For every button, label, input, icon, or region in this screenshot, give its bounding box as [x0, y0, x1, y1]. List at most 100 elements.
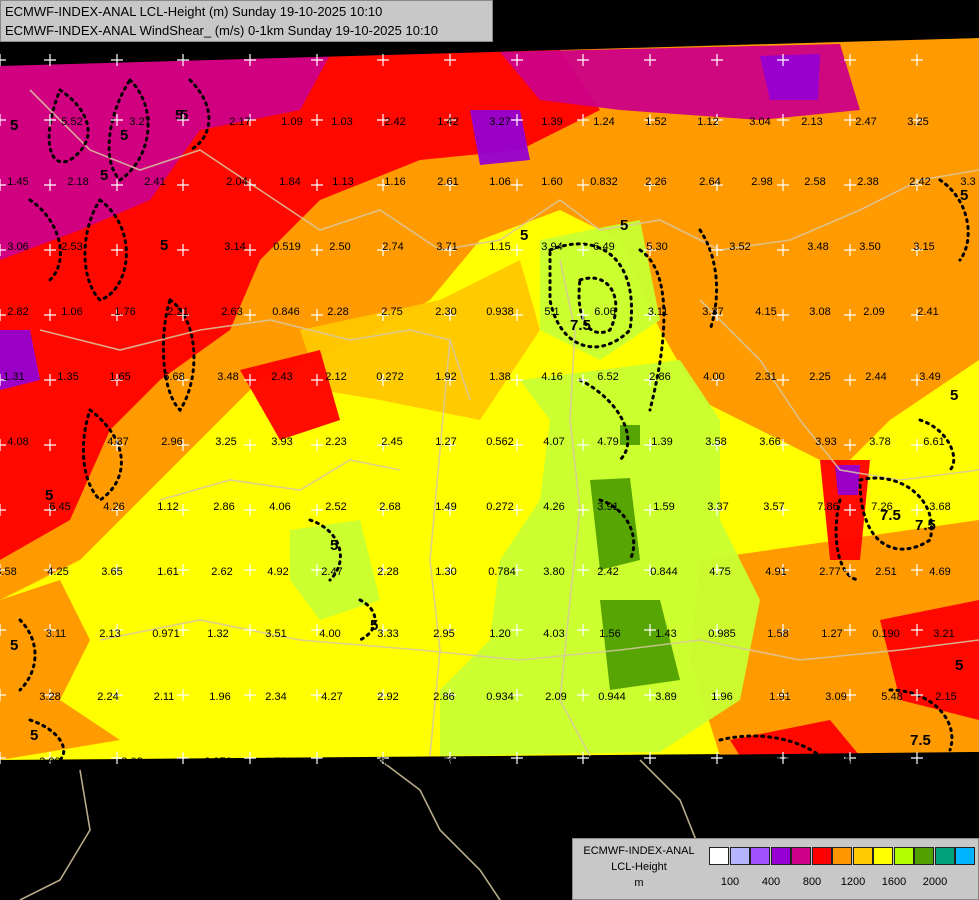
- windshear-value: 3.58: [0, 566, 17, 578]
- windshear-value: 2.43: [271, 371, 292, 383]
- windshear-value: 3.68: [929, 501, 950, 513]
- windshear-value: 6.45: [49, 501, 70, 513]
- windshear-value: 1.24: [593, 116, 614, 128]
- windshear-value: 2.62: [211, 566, 232, 578]
- legend-tick: 100: [720, 876, 740, 888]
- windshear-value: 1.27: [821, 628, 842, 640]
- windshear-value: 1.39: [541, 116, 562, 128]
- windshear-value: 0.976: [204, 756, 232, 768]
- windshear-value: 2.15: [935, 691, 956, 703]
- windshear-value: 6.27: [775, 756, 796, 768]
- windshear-value: 1.45: [7, 176, 28, 188]
- windshear-value: 1.38: [489, 371, 510, 383]
- contour-label: 5: [30, 727, 38, 744]
- windshear-value: 0.934: [486, 691, 514, 703]
- windshear-value: 1.16: [384, 176, 405, 188]
- contour-label: 5: [520, 227, 528, 244]
- windshear-value: 4.37: [107, 436, 128, 448]
- windshear-value: 3.15: [913, 241, 934, 253]
- windshear-value: 2.41: [144, 176, 165, 188]
- windshear-value: 5.1: [544, 306, 559, 318]
- windshear-value: 3.51: [265, 628, 286, 640]
- windshear-value: 1.92: [435, 371, 456, 383]
- windshear-value: 2.47: [321, 566, 342, 578]
- windshear-value: 3.33: [885, 756, 906, 768]
- windshear-value: 3.52: [729, 241, 750, 253]
- legend-swatch: [873, 847, 893, 865]
- windshear-value: 2.98: [751, 176, 772, 188]
- windshear-value: 2.17: [229, 116, 250, 128]
- windshear-value: 1.14: [545, 756, 566, 768]
- windshear-value: 3.21: [933, 628, 954, 640]
- windshear-value: 1.06: [489, 176, 510, 188]
- legend-swatch: [832, 847, 852, 865]
- windshear-value: 3.04: [749, 116, 770, 128]
- windshear-value: 4.08: [7, 436, 28, 448]
- legend-swatch: [955, 847, 975, 865]
- weather-map-view: 5 5 5 5 5 5 5 5 5 5 5 5 7.5 7.5 7.5 7.5 5 5 5 5 5.52 3.27 2.1…: [0, 0, 979, 900]
- windshear-value: 1.52: [645, 116, 666, 128]
- windshear-value: 2.24: [97, 691, 118, 703]
- windshear-value: 2.15: [829, 756, 850, 768]
- contour-label: 5: [955, 657, 963, 674]
- contour-label: 5: [620, 217, 628, 234]
- contour-label: 5: [160, 237, 168, 254]
- windshear-value: 1.32: [207, 628, 228, 640]
- windshear-value: 1.03: [331, 116, 352, 128]
- windshear-value: 1.60: [541, 176, 562, 188]
- windshear-value: 1.96: [711, 691, 732, 703]
- windshear-value: 1.27: [435, 436, 456, 448]
- windshear-value: 7.86: [817, 501, 838, 513]
- lcl-height-map: 5555555555557.57.57.57.55555 5.52 3.27 2.1…: [0, 0, 979, 900]
- windshear-value: 3.66: [759, 436, 780, 448]
- windshear-value: 2.11: [154, 691, 175, 703]
- windshear-value: 5.52: [61, 116, 82, 128]
- windshear-value: 1.61: [157, 566, 178, 578]
- windshear-value: 2.04: [226, 176, 247, 188]
- contour-label: 5: [100, 167, 108, 184]
- windshear-value: 3.30: [379, 756, 400, 768]
- windshear-value: 1.13: [332, 176, 353, 188]
- windshear-value: 1.84: [279, 176, 300, 188]
- windshear-value: 3.89: [655, 691, 676, 703]
- windshear-value: 1.59: [653, 501, 674, 513]
- contour-label: 5: [950, 387, 958, 404]
- windshear-value: 3.93: [271, 436, 292, 448]
- windshear-value: 6.49: [593, 241, 614, 253]
- windshear-value: 2.26: [645, 176, 666, 188]
- windshear-value: 4.26: [103, 501, 124, 513]
- windshear-value: 3.78: [869, 436, 890, 448]
- windshear-value: 2.42: [909, 176, 930, 188]
- windshear-value: 6.06: [594, 306, 615, 318]
- color-legend: ECMWF-INDEX-ANAL LCL-Height m 100 400 800 1…: [572, 838, 979, 900]
- windshear-value: 4.07: [719, 756, 740, 768]
- windshear-value: 1.58: [767, 628, 788, 640]
- contour-label: 7.5: [910, 732, 931, 749]
- windshear-value: 2.13: [801, 116, 822, 128]
- windshear-value: 4.06: [269, 501, 290, 513]
- windshear-value: 2.53: [61, 241, 82, 253]
- windshear-value: 1.20: [489, 628, 510, 640]
- lcl-field-violet: [760, 54, 820, 100]
- windshear-value: 3.06: [7, 241, 28, 253]
- windshear-value: 3.33: [377, 628, 398, 640]
- windshear-value: 2.38: [857, 176, 878, 188]
- windshear-value: 3.25: [215, 436, 236, 448]
- windshear-value: 3.09: [825, 691, 846, 703]
- windshear-value: 2.75: [381, 306, 402, 318]
- windshear-value: 2.47: [855, 116, 876, 128]
- windshear-value: 3.49: [919, 371, 940, 383]
- windshear-value: 2.21: [167, 306, 188, 318]
- windshear-value: 3.14: [224, 241, 245, 253]
- windshear-value: 2.92: [377, 691, 398, 703]
- lcl-field-green: [620, 425, 640, 445]
- windshear-value: 2.42: [384, 116, 405, 128]
- windshear-value: 4.75: [709, 566, 730, 578]
- windshear-value: 5.48: [881, 691, 902, 703]
- windshear-value: 3.25: [907, 116, 928, 128]
- windshear-value: 0.190: [872, 628, 900, 640]
- windshear-value: 2.74: [382, 241, 403, 253]
- windshear-value: 1.30: [435, 566, 456, 578]
- windshear-value: 5.47: [659, 756, 680, 768]
- windshear-value: 4.79: [597, 436, 618, 448]
